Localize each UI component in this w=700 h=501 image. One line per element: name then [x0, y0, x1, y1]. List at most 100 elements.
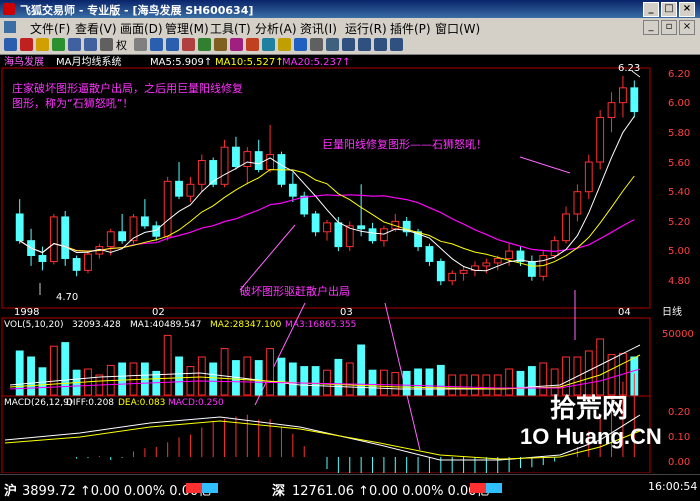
minimize-button[interactable]: _	[643, 2, 659, 17]
menu-manage[interactable]: 管理(M)	[165, 20, 209, 37]
menu-tools[interactable]: 工具(T)	[210, 20, 251, 37]
dea-readout: DEA:0.083	[118, 398, 165, 408]
close-button[interactable]: ×	[679, 2, 695, 17]
lock-icon[interactable]	[36, 38, 49, 51]
dropdown-icon[interactable]	[134, 38, 147, 51]
date-label: 04	[618, 307, 631, 318]
zoom-in-icon[interactable]	[68, 38, 81, 51]
title-bar: 飞狐交易师 - 专业版 - [海鸟发展 SH600634] _ □ ×	[0, 0, 700, 18]
menu-view[interactable]: 查看(V)	[75, 20, 117, 37]
candle-body	[584, 161, 593, 193]
left-arrow-icon[interactable]	[150, 38, 163, 51]
volume-bar	[254, 360, 263, 396]
candle-body	[232, 146, 240, 167]
volume-bar	[27, 356, 35, 396]
volume-bar	[391, 372, 400, 396]
candle-body	[505, 250, 514, 259]
candle-body	[459, 269, 468, 274]
candle-body	[243, 151, 252, 167]
vol-ma1-readout: MA1:40489.547	[130, 320, 201, 330]
menu-analysis[interactable]: 分析(A)	[255, 20, 297, 37]
grid-icon[interactable]	[198, 38, 211, 51]
volume-bar	[505, 368, 514, 396]
volume-bar	[425, 368, 434, 396]
menu-file[interactable]: 文件(F)	[30, 20, 70, 37]
volume-bar	[175, 356, 183, 396]
candle-body	[49, 216, 58, 262]
doc-close-button[interactable]: ×	[679, 20, 695, 35]
columns-icon[interactable]	[390, 38, 403, 51]
menu-info[interactable]: 资讯(I)	[300, 20, 337, 37]
open-icon[interactable]	[4, 38, 17, 51]
shenzhen-breadth-bar	[470, 483, 502, 493]
candle-body	[61, 216, 70, 259]
volume-bar	[414, 368, 422, 396]
volume-bar	[288, 362, 297, 396]
candle-body	[436, 260, 445, 282]
volume-bar	[197, 356, 206, 396]
volume-bar	[300, 366, 309, 396]
chart-icon[interactable]	[182, 38, 195, 51]
right-arrow-icon[interactable]	[166, 38, 179, 51]
record-icon[interactable]	[20, 38, 33, 51]
layout-icon[interactable]	[310, 38, 323, 51]
table-icon[interactable]	[374, 38, 387, 51]
candle-body	[334, 222, 343, 248]
status-bar: 沪 3899.72 ↑0.00 0.00% 0.00亿 深 12761.06 ↑…	[0, 474, 700, 501]
candle-body	[38, 255, 47, 262]
shanghai-breadth-bar	[186, 483, 218, 493]
date-label: 02	[152, 307, 165, 318]
split-icon[interactable]	[326, 38, 339, 51]
list-icon[interactable]	[358, 38, 371, 51]
vol-ma3-readout: MA3:16865.355	[285, 320, 356, 330]
high-price-label: 6.23	[618, 63, 640, 74]
ma20-readout: MA20:5.237↑	[282, 57, 351, 68]
diff-readout: DIFF:0.208	[66, 398, 114, 408]
rights-dropdown[interactable]: 权	[116, 37, 127, 53]
price-tick: 6.00	[668, 98, 690, 109]
volume-bar	[482, 374, 491, 396]
candle-body	[573, 191, 582, 215]
pencil-icon[interactable]	[278, 38, 291, 51]
watermark-logo: 拾荒网 1O Huang.CN	[520, 394, 662, 449]
macd-readout: MACD:0.250	[168, 398, 224, 408]
fire-icon[interactable]	[246, 38, 259, 51]
doc-minimize-button[interactable]: _	[643, 20, 659, 35]
plus-icon[interactable]	[52, 38, 65, 51]
candle-body	[118, 231, 127, 242]
clock: 16:00:54	[648, 480, 698, 493]
volume-bar	[209, 362, 218, 396]
panel-icon[interactable]	[342, 38, 355, 51]
ma5-readout: MA5:5.909↑	[150, 57, 212, 68]
volume-bar	[49, 345, 58, 396]
volume-bar	[402, 370, 411, 396]
candle-body	[323, 222, 331, 233]
menu-plugins[interactable]: 插件(P)	[390, 20, 431, 37]
doc-restore-button[interactable]: ▫	[661, 20, 677, 35]
candle-body	[379, 228, 388, 242]
menu-run[interactable]: 运行(R)	[345, 20, 387, 37]
doc-icon[interactable]	[4, 21, 16, 33]
bookmark-icon[interactable]	[214, 38, 227, 51]
cross-icon[interactable]	[230, 38, 243, 51]
window-icon[interactable]	[294, 38, 307, 51]
scissors-icon[interactable]	[100, 38, 113, 51]
candle-body	[266, 154, 275, 170]
volume-value: 32093.428	[72, 320, 121, 330]
shanghai-index-value: 3899.72 ↑0.00 0.00% 0.00亿	[22, 484, 212, 499]
paint-icon[interactable]	[262, 38, 275, 51]
candle-body	[562, 213, 570, 242]
candle-body	[72, 257, 81, 271]
zoom-out-icon[interactable]	[84, 38, 97, 51]
period-label[interactable]: 日线	[662, 305, 682, 318]
menu-window[interactable]: 窗口(W)	[435, 20, 480, 37]
maximize-button[interactable]: □	[661, 2, 677, 17]
price-tick: 5.80	[668, 128, 690, 139]
volume-bar	[471, 374, 479, 396]
annotation-text: 巨量阳线修复图形——石狮怒吼！	[322, 137, 487, 151]
volume-bar	[277, 357, 286, 396]
price-tick: 5.20	[668, 217, 690, 228]
menu-draw[interactable]: 画面(D)	[120, 20, 163, 37]
candle-body	[425, 246, 434, 262]
candle-body	[106, 231, 115, 248]
